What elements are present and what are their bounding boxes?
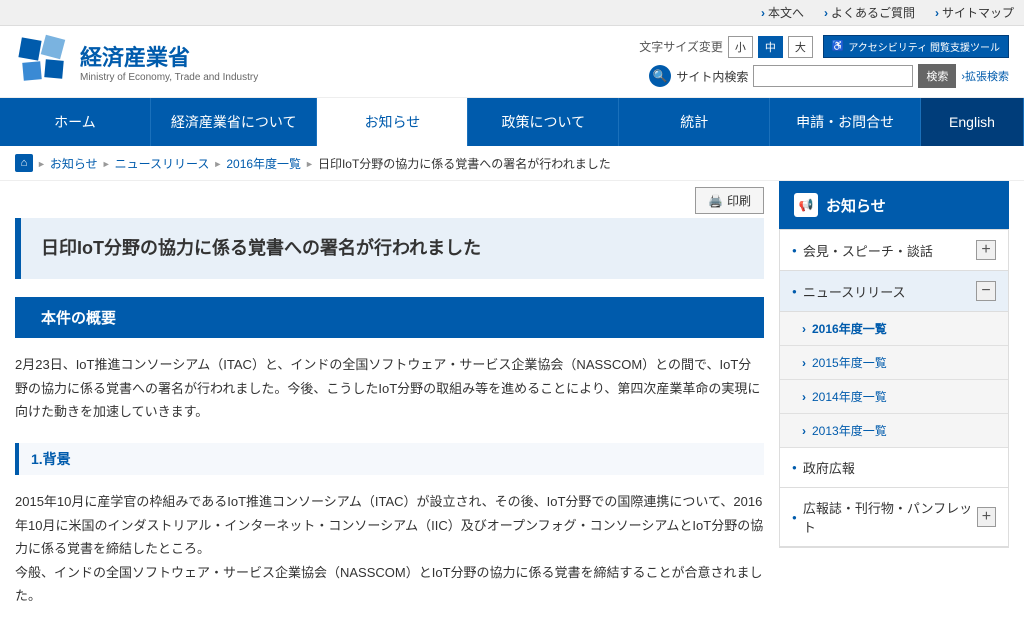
sidebar-meetings-label: 会見・スピーチ・談話	[792, 241, 933, 260]
nav-contact[interactable]: 申請・お問合せ	[770, 98, 921, 146]
sidebar-item-newsrelease[interactable]: ニュースリリース −	[780, 271, 1008, 312]
breadcrumb-sep-1	[37, 156, 46, 170]
section-heading: 本件の概要	[41, 307, 744, 328]
header-right: 文字サイズ変更 小 中 大 ♿ アクセシビリティ 閲覧支援ツール 🔍 サイト内検…	[639, 35, 1009, 88]
search-area: 🔍 サイト内検索 検索 拡張検索	[649, 64, 1009, 88]
font-large-button[interactable]: 大	[788, 36, 813, 58]
sidebar: お知らせ 会見・スピーチ・談話 + ニュースリリース − 2016年度一覧 20…	[779, 181, 1009, 627]
nav-news[interactable]: お知らせ	[317, 98, 468, 146]
search-button[interactable]: 検索	[918, 64, 956, 88]
sidebar-newsrelease-sub: 2016年度一覧 2015年度一覧 2014年度一覧 2013年度一覧	[780, 312, 1008, 448]
breadcrumb-sep-2	[102, 156, 111, 170]
logo-area: 経済産業省 Ministry of Economy, Trade and Ind…	[15, 34, 258, 89]
font-medium-button[interactable]: 中	[758, 36, 783, 58]
search-label: サイト内検索	[676, 68, 748, 85]
font-size-label: 文字サイズ変更	[639, 38, 723, 55]
article-title-box: 日印IoT分野の協力に係る覚書への署名が行われました	[15, 218, 764, 279]
sidebar-section-container: 会見・スピーチ・談話 + ニュースリリース − 2016年度一覧 2015年度一…	[779, 229, 1009, 548]
home-icon[interactable]	[15, 154, 33, 172]
sidebar-header-label: お知らせ	[826, 195, 886, 216]
article-body-text: 2月23日、IoT推進コンソーシアム（ITAC）と、インドの全国ソフトウェア・サ…	[15, 353, 764, 423]
breadcrumb-current: 日印IoT分野の協力に係る覚書への署名が行われました	[318, 155, 611, 172]
sidebar-magazines-label: 広報誌・刊行物・パンフレット	[792, 498, 977, 536]
sidebar-govt-pr-label: 政府広報	[792, 458, 855, 477]
sidebar-sub-2016[interactable]: 2016年度一覧	[780, 312, 1008, 346]
breadcrumb-2016list[interactable]: 2016年度一覧	[226, 155, 301, 172]
sidebar-newsrelease-label: ニュースリリース	[792, 282, 906, 301]
breadcrumb-newsrelease[interactable]: ニュースリリース	[115, 155, 210, 172]
sub-heading-box: 1.背景	[15, 443, 764, 475]
sub-heading: 1.背景	[31, 449, 752, 469]
sidebar-sub-2013[interactable]: 2013年度一覧	[780, 414, 1008, 448]
nav-stats[interactable]: 統計	[619, 98, 770, 146]
nav-english[interactable]: English	[921, 98, 1024, 146]
top-bar-sitemap-link[interactable]: サイトマップ	[935, 4, 1014, 21]
main-content: 🖨️ 印刷 日印IoT分野の協力に係る覚書への署名が行われました 本件の概要 2…	[15, 181, 764, 627]
logo-text: 経済産業省 Ministry of Economy, Trade and Ind…	[80, 40, 258, 83]
print-label: 印刷	[727, 192, 751, 209]
sidebar-item-meetings[interactable]: 会見・スピーチ・談話 +	[780, 230, 1008, 271]
logo-subtitle: Ministry of Economy, Trade and Industry	[80, 72, 258, 83]
header: 経済産業省 Ministry of Economy, Trade and Ind…	[0, 26, 1024, 98]
accessibility-badge[interactable]: ♿ アクセシビリティ 閲覧支援ツール	[823, 35, 1009, 58]
breadcrumb-oshirase[interactable]: お知らせ	[50, 155, 98, 172]
nav-home[interactable]: ホーム	[0, 98, 151, 146]
logo-title: 経済産業省	[80, 40, 258, 72]
top-bar: 本文へ よくあるご質問 サイトマップ	[0, 0, 1024, 26]
search-input[interactable]	[753, 65, 913, 87]
breadcrumb: お知らせ ニュースリリース 2016年度一覧 日印IoT分野の協力に係る覚書への…	[0, 146, 1024, 181]
logo-icon	[15, 34, 70, 89]
content-wrapper: 🖨️ 印刷 日印IoT分野の協力に係る覚書への署名が行われました 本件の概要 2…	[0, 181, 1024, 627]
sidebar-sub-2015[interactable]: 2015年度一覧	[780, 346, 1008, 380]
article-title: 日印IoT分野の協力に係る覚書への署名が行われました	[41, 236, 744, 261]
nav-policy[interactable]: 政策について	[468, 98, 619, 146]
sidebar-newsrelease-toggle[interactable]: −	[976, 281, 996, 301]
top-bar-main-text-link[interactable]: 本文へ	[761, 4, 804, 21]
accessibility-icon: ♿	[832, 41, 844, 52]
breadcrumb-sep-4	[305, 156, 314, 170]
print-area: 🖨️ 印刷	[15, 181, 764, 218]
background-text: 2015年10月に産学官の枠組みであるIoT推進コンソーシアム（ITAC）が設立…	[15, 490, 764, 607]
breadcrumb-sep-3	[213, 156, 222, 170]
extended-search-link[interactable]: 拡張検索	[961, 68, 1009, 84]
print-button[interactable]: 🖨️ 印刷	[695, 187, 764, 214]
nav-about[interactable]: 経済産業省について	[151, 98, 318, 146]
sidebar-magazines-toggle[interactable]: +	[977, 507, 996, 527]
sidebar-item-magazines[interactable]: 広報誌・刊行物・パンフレット +	[780, 488, 1008, 547]
sidebar-sub-2014[interactable]: 2014年度一覧	[780, 380, 1008, 414]
accessibility-label: アクセシビリティ 閲覧支援ツール	[848, 39, 1000, 54]
top-bar-faq-link[interactable]: よくあるご質問	[824, 4, 915, 21]
font-small-button[interactable]: 小	[728, 36, 753, 58]
sidebar-header-icon	[794, 193, 818, 217]
sidebar-item-govt-pr[interactable]: 政府広報	[780, 448, 1008, 488]
font-size-area: 文字サイズ変更 小 中 大	[639, 36, 813, 58]
nav-bar: ホーム 経済産業省について お知らせ 政策について 統計 申請・お問合せ Eng…	[0, 98, 1024, 146]
sidebar-header: お知らせ	[779, 181, 1009, 229]
sidebar-meetings-toggle[interactable]: +	[976, 240, 996, 260]
section-heading-box: 本件の概要	[15, 297, 764, 338]
printer-icon: 🖨️	[708, 194, 723, 208]
search-circle-icon: 🔍	[649, 65, 671, 87]
